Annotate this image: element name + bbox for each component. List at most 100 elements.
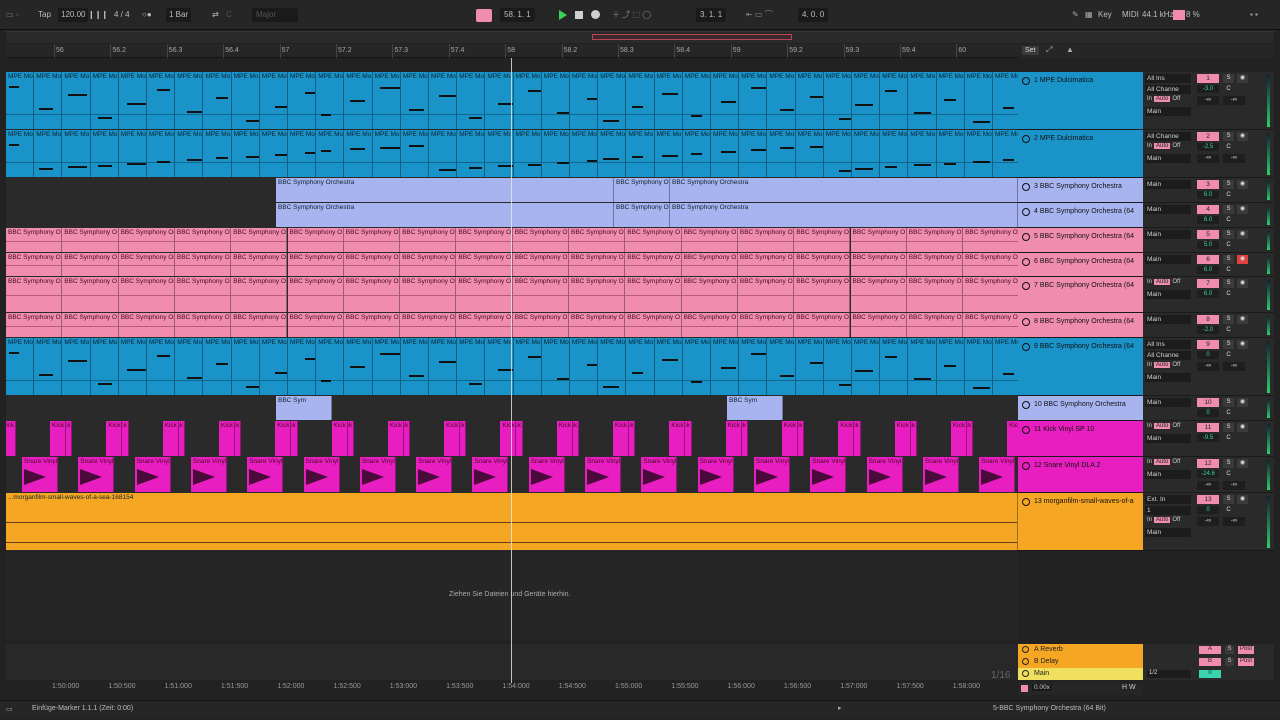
arm-icon[interactable]: ◉: [1237, 74, 1248, 83]
clip[interactable]: BBC Symphony O: [400, 277, 457, 312]
fold-icon[interactable]: [1022, 258, 1030, 266]
arm-icon[interactable]: ◉: [1237, 180, 1248, 189]
clip[interactable]: BBC Symphony O: [614, 203, 670, 227]
volume-field[interactable]: 6.0: [1197, 191, 1219, 199]
clip[interactable]: Kick: [669, 421, 686, 456]
clip[interactable]: MPE Mo: [739, 130, 768, 177]
clip[interactable]: Snare Vinyl: [472, 457, 509, 492]
clip[interactable]: MPE Mo: [852, 130, 881, 177]
clip[interactable]: BBC Symphony Orchestra (64 Bit): [569, 253, 626, 276]
clip[interactable]: MPE Mo: [513, 130, 542, 177]
clip[interactable]: Kick: [444, 421, 461, 456]
clip[interactable]: BBC Symphony O: [6, 277, 63, 312]
solo-button[interactable]: S: [1223, 230, 1234, 239]
clip[interactable]: Snare Vinyl: [22, 457, 58, 492]
output-select[interactable]: Main: [1145, 154, 1191, 163]
output-select[interactable]: Main: [1145, 528, 1191, 537]
clip[interactable]: BBC Symphony O: [850, 228, 907, 252]
volume-field[interactable]: -24.6: [1197, 470, 1219, 478]
clip[interactable]: MPE Mo: [880, 72, 909, 129]
play-icon[interactable]: [559, 10, 567, 20]
monitor-auto-button[interactable]: Auto: [1154, 279, 1171, 285]
return-track-b[interactable]: B Delay: [1018, 656, 1143, 668]
input-select[interactable]: Ext. In: [1145, 495, 1191, 504]
send-a[interactable]: -∞: [1197, 481, 1219, 490]
clip[interactable]: Snare Vinyl: [303, 457, 340, 492]
pan-field[interactable]: C: [1223, 470, 1234, 479]
clip[interactable]: MPE Mo: [823, 338, 852, 395]
clip[interactable]: BBC Symphony O: [400, 313, 457, 337]
key-swap-icon[interactable]: ⇄: [212, 8, 219, 22]
clip[interactable]: MPE Mo: [6, 130, 35, 177]
clip[interactable]: MPE Mo: [429, 130, 458, 177]
clip[interactable]: MPE Mo: [344, 130, 373, 177]
arm-icon[interactable]: ◉: [1237, 132, 1248, 141]
monitor-in-button[interactable]: In: [1145, 423, 1154, 429]
track-number[interactable]: 8: [1197, 315, 1219, 324]
clip[interactable]: MPE Mo: [654, 130, 683, 177]
track-number[interactable]: 4: [1197, 205, 1219, 214]
track-lane[interactable]: Snare Vinyl Snare Vinyl Snare Vinyl Snare V…: [6, 457, 1018, 493]
return-a-post[interactable]: Post: [1238, 646, 1254, 654]
monitor-in-button[interactable]: In: [1145, 459, 1154, 465]
clip[interactable]: BBC Symphony O: [850, 277, 907, 312]
output-select[interactable]: Main: [1145, 434, 1191, 443]
output-select[interactable]: Main: [1145, 255, 1191, 264]
monitor-auto-button[interactable]: Auto: [1154, 459, 1171, 465]
clip[interactable]: BBC Symphony Orchestra (64 Bit): [118, 253, 175, 276]
clip[interactable]: BBC Symphony Orchestra (64 Bit): [118, 313, 175, 337]
clip[interactable]: BBC Symphony O: [231, 313, 288, 337]
clip[interactable]: BBC Symphony Orchestra (64 Bit): [794, 277, 851, 312]
clip[interactable]: MPE Mo: [231, 72, 260, 129]
clip[interactable]: Snare Vinyl: [78, 457, 115, 492]
clip[interactable]: BBC Symphony Orchestra (64 Bit): [343, 313, 401, 337]
track-header[interactable]: 5 BBC Symphony Orchestra (64: [1018, 228, 1143, 253]
solo-button[interactable]: S: [1223, 495, 1234, 504]
clip[interactable]: MPE Mo: [175, 72, 204, 129]
loop-icon[interactable]: ⇤ ▭ ⌒: [746, 8, 773, 22]
clip[interactable]: Kick: [500, 421, 517, 456]
clip[interactable]: Kick: [1007, 421, 1018, 456]
clip[interactable]: MPE Mo: [541, 72, 570, 129]
track-lane[interactable]: BBC Symphony Orchestra BBC Symphony O BBC …: [6, 178, 1018, 203]
clip[interactable]: MPE Mo: [316, 338, 345, 395]
clip[interactable]: Snare Vinyl: [190, 457, 227, 492]
clip[interactable]: MPE Mo: [372, 338, 401, 395]
monitor-auto-button[interactable]: Auto: [1154, 423, 1171, 429]
clip[interactable]: Kick: [894, 421, 911, 456]
clip[interactable]: Snare Vinyl: [979, 457, 1016, 492]
clip[interactable]: MPE Mo: [936, 72, 965, 129]
clip[interactable]: BBC Symphony O: [737, 277, 795, 312]
clip[interactable]: MPE Mo: [316, 130, 345, 177]
follow-button[interactable]: [476, 9, 492, 22]
pan-field[interactable]: C: [1223, 143, 1234, 152]
clip[interactable]: MPE Mo: [6, 338, 35, 395]
clip[interactable]: MPE Mo: [936, 130, 965, 177]
clip[interactable]: BBC Symphony O: [6, 313, 63, 337]
arm-icon[interactable]: ◉: [1237, 423, 1248, 432]
solo-button[interactable]: S: [1223, 74, 1234, 83]
clip[interactable]: BBC Symphony O: [681, 313, 738, 337]
clip[interactable]: Snare Vinyl: [528, 457, 565, 492]
send-b[interactable]: -∞: [1223, 154, 1245, 163]
send-b[interactable]: -∞: [1223, 362, 1245, 371]
clip[interactable]: BBC Symphony Orchestra: [670, 203, 1018, 227]
track-lane[interactable]: BBC Symphony O BBC Symphony O BBC Symphony…: [6, 277, 1018, 313]
clip[interactable]: BBC Symphony O: [174, 253, 232, 276]
clip[interactable]: MPE Mo: [513, 338, 542, 395]
volume-field[interactable]: 0: [1197, 409, 1219, 417]
track-number[interactable]: 1: [1197, 74, 1219, 83]
clip[interactable]: MPE Mo: [259, 130, 288, 177]
clip[interactable]: MPE Mo: [993, 72, 1018, 129]
track-header[interactable]: 4 BBC Symphony Orchestra (64: [1018, 203, 1143, 228]
clip[interactable]: MPE Mo: [936, 338, 965, 395]
input-select[interactable]: All Ins: [1145, 340, 1191, 349]
clip[interactable]: MPE Mo: [767, 130, 796, 177]
clip[interactable]: MPE Mo: [626, 130, 655, 177]
clip[interactable]: ...morganfilm-small-waves-of-a-sea-16815…: [6, 493, 1018, 550]
clip[interactable]: BBC Symphony O: [737, 253, 795, 276]
monitor-off-button[interactable]: Off: [1170, 517, 1182, 523]
output-select[interactable]: Main: [1145, 180, 1191, 189]
track-header[interactable]: 9 BBC Symphony Orchestra (64: [1018, 338, 1143, 396]
monitor-in-button[interactable]: In: [1145, 362, 1154, 368]
